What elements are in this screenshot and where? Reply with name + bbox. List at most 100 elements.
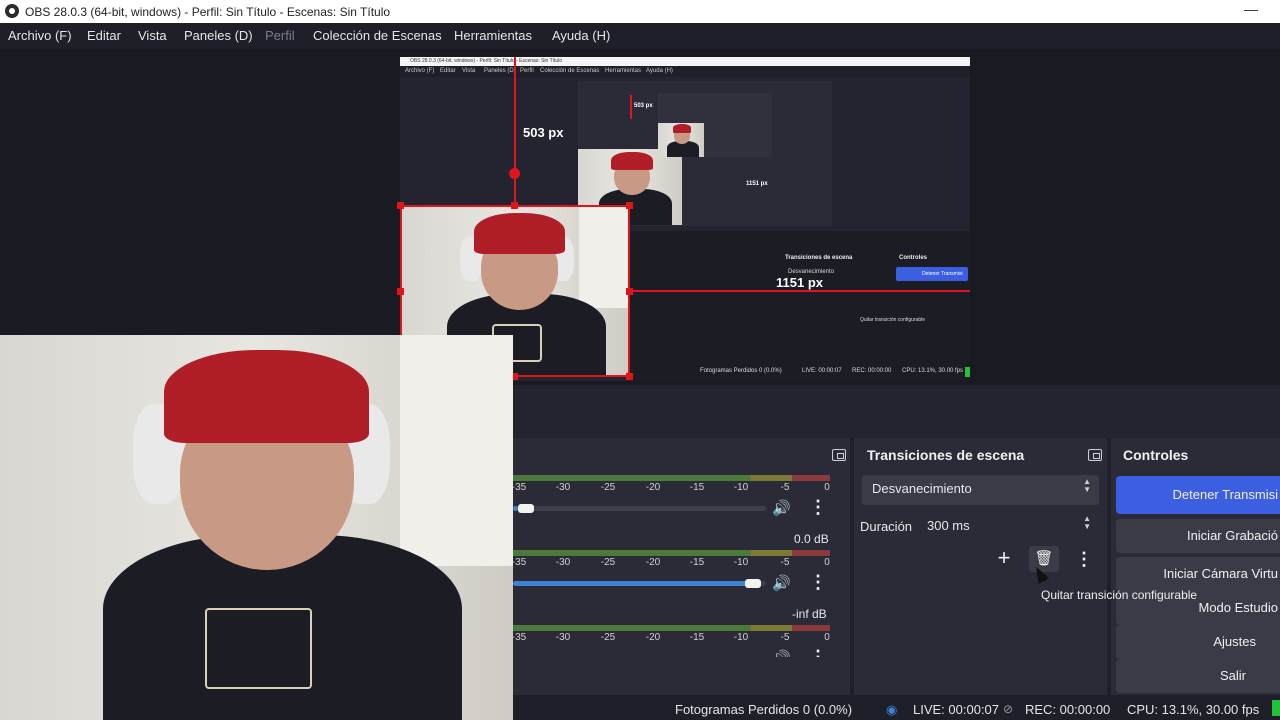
resize-handle-br[interactable] [626,373,633,380]
resize-handle-tr[interactable] [626,202,633,209]
record-icon: ⊘ [1003,702,1014,716]
menu-editar[interactable]: Editar [87,28,121,43]
controls-panel: Controles Detener Transmisi Iniciar Grab… [1111,438,1280,695]
menu-vista[interactable]: Vista [138,28,167,43]
nested-dock-area [630,231,970,381]
menu-perfil[interactable]: Perfil [265,28,295,43]
scale-tick: -10 [733,557,749,568]
remove-transition-tooltip: Quitar transición configurable [1041,588,1198,602]
volume-slider-thumb[interactable] [518,504,534,513]
guide-label-vertical: 503 px [523,125,564,140]
scale-tick: -10 [733,482,749,493]
more-options-icon[interactable]: ⋮ [809,497,827,518]
minimize-button[interactable]: — [1244,1,1258,17]
preview-toolbar-strip [513,385,1280,438]
nested-menu-item: Ayuda (H) [646,68,673,74]
transitions-title: Transiciones de escena [867,447,1025,463]
nested-menu-item: Archivo (F) [405,68,435,74]
scale-tick: 0 [824,557,830,568]
mixer-scale: -35 -30 -25 -20 -15 -10 -5 0 [511,557,830,571]
nested-menubar: Archivo (F) Editar Vista Paneles (D) Per… [400,66,970,77]
duration-value: 300 ms [927,518,970,533]
speaker-icon[interactable]: 🔊 [772,649,791,657]
dropped-frames-status: Fotogramas Perdidos 0 (0.0%) [675,702,853,717]
updown-arrows-icon: ▲ ▼ [1083,477,1091,494]
volume-slider[interactable] [513,504,766,513]
speaker-icon[interactable]: 🔊 [772,574,791,592]
transition-properties-button[interactable]: ⋮ [1069,546,1099,572]
scene-transitions-panel: Transiciones de escena Desvanecimiento ▲… [854,438,1107,695]
more-options-icon[interactable]: ⋮ [809,647,827,657]
nested-guide-label-h: 1151 px [746,181,768,187]
rec-timer: REC: 00:00:00 [1025,702,1111,717]
resize-handle-l[interactable] [397,288,404,295]
menu-archivo[interactable]: Archivo (F) [8,28,72,43]
broadcast-icon: ◉ [886,702,898,717]
duration-label: Duración [860,519,913,534]
nested-status-dropped: Fotogramas Perdidos 0 (0.0%) [700,368,782,374]
scale-tick: -35 [511,482,527,493]
nested-transitions-title: Transiciones de escena [785,255,853,261]
scale-tick: -30 [555,482,571,493]
webcam-overlay [0,335,513,720]
scale-tick: -5 [780,632,790,643]
stop-streaming-button[interactable]: Detener Transmisi [1116,476,1280,514]
undock-mixer-icon[interactable] [832,449,846,461]
add-transition-button[interactable]: + [989,546,1019,572]
menu-coleccion-escenas[interactable]: Colección de Escenas [313,28,442,43]
transition-select[interactable]: Desvanecimiento ▲ ▼ [862,475,1099,505]
obs-logo-icon [5,4,19,18]
nested-cpu-indicator [965,367,970,377]
speaker-icon[interactable]: 🔊 [772,499,791,517]
window-titlebar: OBS 28.0.3 (64-bit, windows) - Perfil: S… [0,0,1280,23]
more-options-icon[interactable]: ⋮ [809,572,827,593]
channel-db-label: -inf dB [792,607,827,621]
guide-label-horizontal: 1151 px [776,275,823,290]
menu-ayuda[interactable]: Ayuda (H) [552,28,610,43]
menu-herramientas[interactable]: Herramientas [454,28,532,43]
volume-slider-thumb[interactable] [745,579,761,588]
guide-line-horizontal [630,290,970,292]
volume-slider-fill [513,581,761,586]
nested-menu-item: Vista [462,68,476,74]
trash-icon: 🗑 [1034,550,1054,567]
start-recording-button[interactable]: Iniciar Grabació [1116,519,1280,553]
menu-paneles[interactable]: Paneles (D) [184,28,253,43]
scale-tick: -15 [689,482,705,493]
nested-status-live: LIVE: 00:00:07 [802,368,842,374]
nested-menu-item: Editar [440,68,456,74]
undock-transitions-icon[interactable] [1088,449,1102,461]
volume-slider[interactable] [513,579,766,588]
nested-window-title: OBS 28.0.3 (64-bit, windows) - Perfil: S… [410,58,563,64]
dock-area: -35 -30 -25 -20 -15 -10 -5 0 🔊 ⋮ 0.0 dB … [511,385,1280,720]
nested-status-rec: REC: 00:00:00 [852,368,892,374]
scale-tick: -35 [511,632,527,643]
scale-tick: -30 [555,632,571,643]
window-title: OBS 28.0.3 (64-bit, windows) - Perfil: S… [25,5,391,19]
nested-controls-title: Controles [899,255,928,261]
volume-meter [513,475,830,481]
scale-tick: -15 [689,632,705,643]
nested-menu-item: Paneles (D) [484,68,516,74]
plus-icon: + [997,545,1011,570]
settings-button[interactable]: Ajustes [1116,625,1280,659]
scale-tick: -25 [600,482,616,493]
resize-handle-tl[interactable] [397,202,404,209]
spin-arrows-icon[interactable]: ▲ ▼ [1083,515,1091,531]
guide-line-vertical [514,57,516,207]
exit-button[interactable]: Salir [1116,659,1280,693]
start-virtual-camera-button[interactable]: Iniciar Cámara Virtu [1116,557,1280,591]
scale-tick: -5 [780,557,790,568]
scale-tick: -15 [689,557,705,568]
scale-tick: -20 [645,557,661,568]
nested-tooltip: Quitar transición configurable [860,317,926,323]
scale-tick: -35 [511,557,527,568]
audio-mixer-panel: -35 -30 -25 -20 -15 -10 -5 0 🔊 ⋮ 0.0 dB … [511,438,850,695]
nested-guide-label-v: 503 px [634,103,653,109]
status-bar: Fotogramas Perdidos 0 (0.0%) ◉ LIVE: 00:… [513,696,1280,720]
transition-select-value: Desvanecimiento [872,481,972,496]
scale-tick: -20 [645,632,661,643]
nested-menu-item: Herramientas [605,68,642,74]
duration-spinbox[interactable]: 300 ms ▲ ▼ [921,512,1099,542]
nested-status-cpu: CPU: 13.1%, 30.00 fps [902,368,964,374]
